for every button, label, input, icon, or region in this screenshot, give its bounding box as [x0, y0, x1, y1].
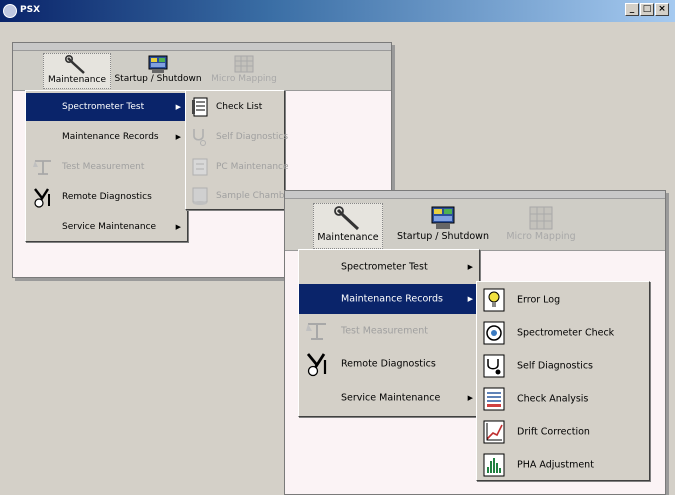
app-title-bar: PSX _ □ ×: [0, 0, 675, 22]
submenu-item-spectrometer-check[interactable]: Spectrometer Check: [477, 317, 649, 349]
maintenance-menu-2: Spectrometer Test ▶ Maintenance Records …: [298, 249, 480, 417]
check-analysis-icon: [483, 387, 505, 411]
spectrometer-check-icon: [483, 321, 505, 345]
submenu-item-check-list[interactable]: Check List: [186, 93, 284, 121]
submenu-item-label: Check List: [216, 102, 263, 112]
micro-mapping-icon: [529, 206, 553, 230]
maintenance-label: Maintenance: [317, 232, 379, 243]
submenu-item-check-analysis[interactable]: Check Analysis: [477, 383, 649, 415]
submenu-item-label: Drift Correction: [517, 426, 590, 438]
menu-item-label: Service Maintenance: [341, 392, 441, 404]
submenu-item-error-log[interactable]: Error Log: [477, 284, 649, 316]
menu-item-label: Spectrometer Test: [341, 261, 428, 273]
micro-mapping-label: Micro Mapping: [506, 231, 576, 242]
menu-item-label: Remote Diagnostics: [341, 358, 436, 370]
submenu-item-label: Spectrometer Check: [517, 327, 615, 339]
maintenance-menu-1: Spectrometer Test ▶ Maintenance Records …: [25, 90, 188, 242]
sample-chamber-icon: [192, 187, 208, 205]
menu-item-maintenance-records[interactable]: Maintenance Records ▶: [299, 284, 479, 314]
wrench-icon: [65, 55, 85, 74]
toolbar-2: Maintenance Startup / Shutdown Micro Map…: [285, 199, 665, 251]
maintenance-tool-button[interactable]: Maintenance: [313, 203, 383, 249]
micro-mapping-tool-button: Micro Mapping: [209, 53, 279, 89]
submenu-item-label: PC Maintenance: [216, 162, 289, 172]
submenu-item-label: PHA Adjustment: [517, 459, 594, 470]
micro-mapping-tool-button: Micro Mapping: [501, 203, 581, 249]
micro-mapping-label: Micro Mapping: [211, 74, 277, 84]
submenu-item-self-diagnostics[interactable]: Self Diagnostics: [477, 350, 649, 382]
submenu-arrow-icon: ▶: [175, 223, 181, 231]
submenu-item-self-diagnostics: Self Diagnostics: [186, 123, 288, 151]
window-controls: _ □ ×: [625, 3, 669, 16]
startup-shutdown-icon: [431, 206, 455, 229]
error-log-icon: [483, 288, 505, 312]
menu-item-remote-diagnostics[interactable]: Remote Diagnostics: [26, 183, 187, 211]
submenu-item-label: Self Diagnostics: [517, 360, 594, 372]
submenu-arrow-icon: ▶: [175, 103, 181, 111]
window-1-titlebar: [13, 43, 391, 51]
minimize-button[interactable]: _: [625, 3, 639, 16]
self-diagnostics-icon: [483, 354, 505, 378]
startup-shutdown-tool-button[interactable]: Startup / Shutdown: [393, 203, 493, 249]
submenu-item-drift-correction[interactable]: Drift Correction: [477, 416, 649, 448]
menu-item-service-maintenance[interactable]: Service Maintenance ▶: [26, 213, 187, 241]
menu-item-service-maintenance[interactable]: Service Maintenance ▶: [299, 382, 479, 414]
stethoscope-icon: [193, 129, 206, 146]
pha-adjustment-icon: [483, 453, 505, 477]
startup-shutdown-label: Startup / Shutdown: [397, 231, 489, 242]
menu-item-label: Maintenance Records: [62, 132, 159, 142]
submenu-arrow-icon: ▶: [467, 295, 473, 303]
check-list-icon: [192, 97, 208, 117]
menu-item-test-measurement: Test Measurement: [26, 153, 187, 181]
submenu-arrow-icon: ▶: [467, 263, 473, 271]
pc-maintenance-icon: [192, 158, 208, 176]
balance-icon: [33, 160, 51, 175]
menu-item-label: Service Maintenance: [62, 222, 157, 232]
menu-item-test-measurement: Test Measurement: [299, 316, 479, 346]
spectrometer-submenu: Check List Self Diagnostics PC Maintenan…: [185, 90, 293, 210]
drift-correction-icon: [483, 420, 505, 444]
app-title: PSX: [20, 5, 41, 15]
menu-item-maintenance-records[interactable]: Maintenance Records ▶: [26, 123, 187, 151]
menu-item-spectrometer-test[interactable]: Spectrometer Test ▶: [299, 252, 479, 282]
menu-item-label: Spectrometer Test: [62, 102, 145, 112]
maintenance-label: Maintenance: [48, 75, 106, 85]
app-logo-icon: [3, 4, 17, 18]
balance-icon: [306, 323, 326, 340]
submenu-item-label: Error Log: [517, 294, 561, 306]
submenu-item-label: Sample Chamb...: [216, 191, 294, 201]
startup-shutdown-icon: [148, 55, 168, 73]
menu-item-label: Test Measurement: [62, 162, 145, 172]
menu-item-label: Remote Diagnostics: [62, 192, 152, 202]
maintenance-tool-button[interactable]: Maintenance: [43, 53, 111, 89]
startup-shutdown-label: Startup / Shutdown: [114, 74, 202, 84]
menu-item-spectrometer-test[interactable]: Spectrometer Test ▶: [26, 93, 187, 121]
submenu-arrow-icon: ▶: [467, 394, 473, 402]
submenu-arrow-icon: ▶: [175, 133, 181, 141]
remote-diagnostics-icon: [34, 188, 50, 208]
micro-mapping-icon: [234, 55, 254, 73]
remote-diagnostics-icon: [306, 353, 327, 377]
submenu-item-label: Self Diagnostics: [216, 132, 289, 142]
menu-item-label: Test Measurement: [341, 325, 428, 337]
window-2-titlebar: [285, 191, 665, 199]
wrench-icon: [334, 206, 360, 231]
startup-shutdown-tool-button[interactable]: Startup / Shutdown: [113, 53, 203, 89]
submenu-item-pc-maintenance: PC Maintenance: [186, 153, 289, 181]
submenu-item-label: Check Analysis: [517, 393, 589, 405]
menu-item-label: Maintenance Records: [341, 293, 443, 305]
submenu-item-sample-chamber: Sample Chamb...: [186, 183, 293, 209]
toolbar-1: Maintenance Startup / Shutdown Micro Map…: [13, 51, 391, 91]
menu-item-remote-diagnostics[interactable]: Remote Diagnostics: [299, 348, 479, 380]
submenu-item-pha-adjustment[interactable]: PHA Adjustment: [477, 449, 649, 480]
close-button[interactable]: ×: [655, 3, 669, 16]
maximize-button[interactable]: □: [640, 3, 654, 16]
maintenance-records-submenu: Error Log Spectrometer Check Self Diagno…: [476, 281, 650, 481]
